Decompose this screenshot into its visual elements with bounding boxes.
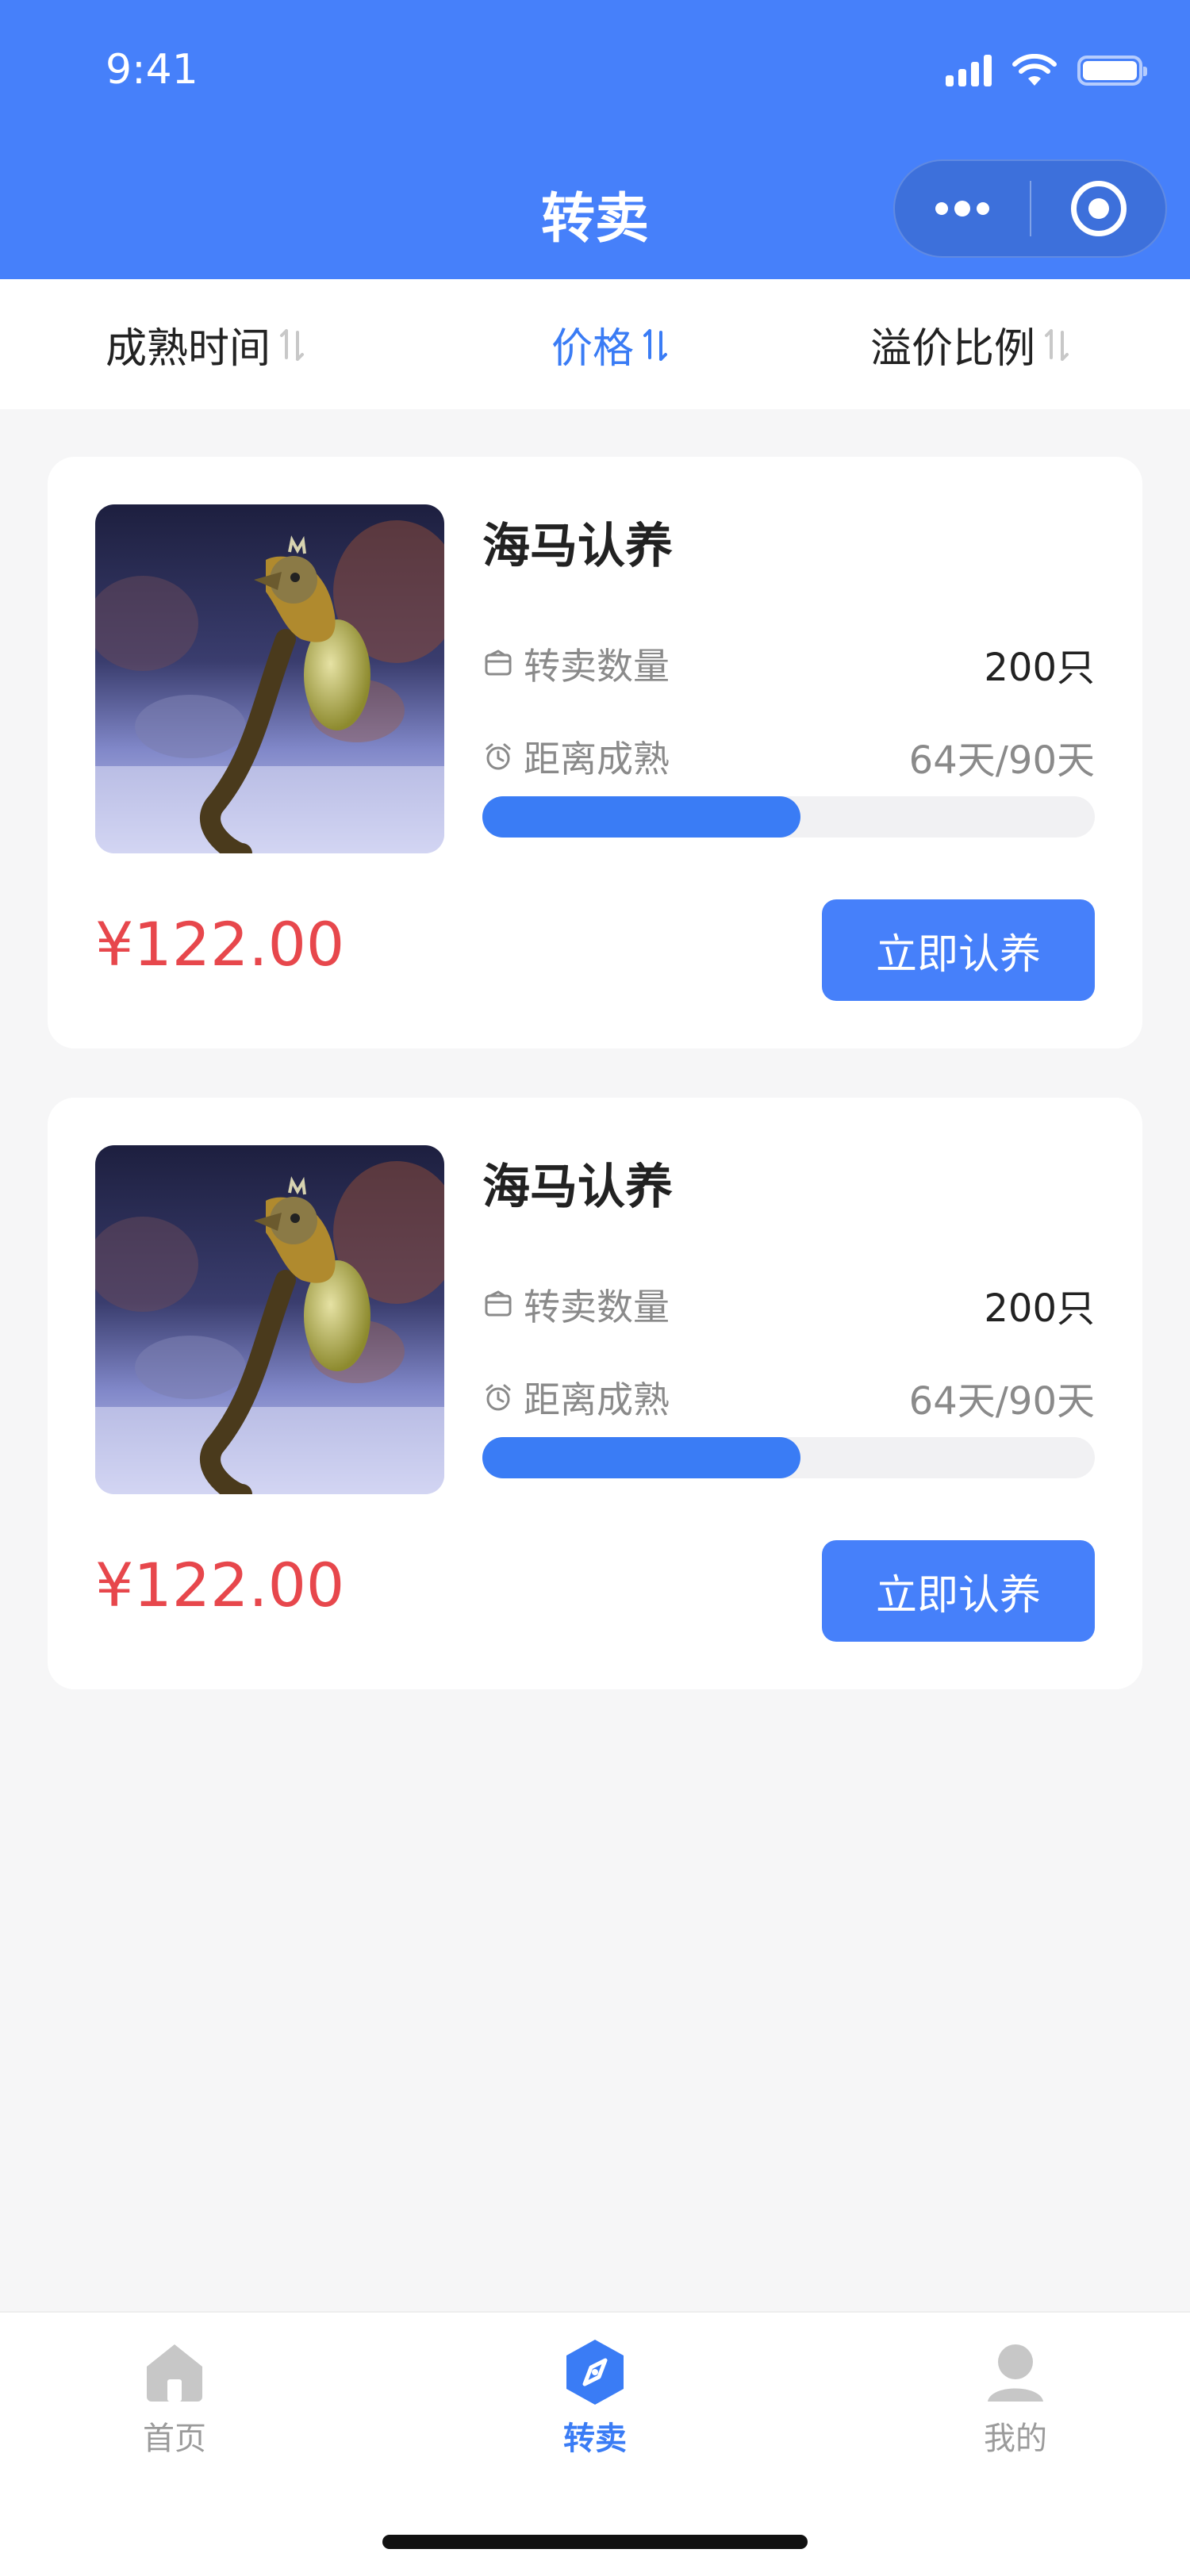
more-dot-icon	[935, 202, 948, 215]
home-indicator	[382, 2535, 808, 2549]
home-icon	[147, 2344, 202, 2402]
price: ¥122.00	[95, 1550, 345, 1620]
maturity-progress-fill	[482, 1437, 801, 1478]
alarm-clock-icon	[486, 1384, 511, 1411]
maturity-row: 距离成熟 64天/90天	[482, 1370, 1095, 1425]
sort-bar: 成熟时间 价格 溢价比例	[0, 279, 1190, 409]
wallet-icon	[485, 1290, 512, 1317]
sort-toggle-icon	[643, 328, 668, 361]
header: 9:41 转卖	[0, 0, 1190, 279]
alarm-clock-icon	[486, 743, 511, 770]
quantity-value: 200只	[984, 1286, 1095, 1331]
tab-label: 首页	[143, 2421, 206, 2457]
quantity-label: 转卖数量	[524, 645, 670, 688]
more-dot-icon	[954, 201, 970, 217]
sort-maturity-time[interactable]: 成熟时间	[106, 315, 305, 374]
sort-price[interactable]: 价格	[551, 315, 669, 374]
tab-home[interactable]: 首页	[71, 2338, 278, 2459]
maturity-progress-fill	[482, 796, 801, 838]
maturity-label: 距离成熟	[524, 738, 670, 780]
listing-card[interactable]: 海马认养 转卖数量 200只 距离成熟 64天/90天 ¥122.00 立即认养	[48, 457, 1142, 1048]
quantity-value: 200只	[984, 646, 1095, 690]
status-icons	[946, 54, 1147, 87]
maturity-progress-bar	[482, 796, 1095, 838]
listing-card[interactable]: 海马认养 转卖数量 200只 距离成熟 64天/90天 ¥122.00 立即认养	[48, 1098, 1142, 1689]
sort-toggle-icon	[1045, 328, 1069, 361]
wallet-icon	[485, 650, 512, 676]
sort-label: 成熟时间	[106, 325, 271, 373]
sort-premium-ratio[interactable]: 溢价比例	[870, 315, 1070, 374]
listing-title: 海马认养	[482, 519, 673, 574]
sort-label: 价格	[551, 325, 635, 373]
adopt-now-button[interactable]: 立即认养	[822, 899, 1095, 1001]
price: ¥122.00	[95, 909, 345, 979]
tab-label: 我的	[984, 2421, 1047, 2457]
maturity-label-group: 距离成熟	[482, 1371, 670, 1424]
quantity-row: 转卖数量 200只	[482, 636, 1095, 692]
quantity-row: 转卖数量 200只	[482, 1277, 1095, 1332]
maturity-label-group: 距离成熟	[482, 730, 670, 783]
tab-resale[interactable]: 转卖	[492, 2338, 698, 2459]
wifi-icon	[1012, 54, 1057, 86]
maturity-label: 距离成熟	[524, 1378, 670, 1421]
seahorse-image	[95, 504, 444, 853]
status-time: 9:41	[106, 46, 198, 94]
quantity-label: 转卖数量	[524, 1286, 670, 1328]
tab-label: 转卖	[563, 2421, 627, 2457]
user-icon	[988, 2344, 1043, 2402]
more-dot-icon	[977, 202, 989, 215]
maturity-value: 64天/90天	[908, 1379, 1095, 1424]
compass-icon	[566, 2340, 624, 2405]
adopt-now-button[interactable]: 立即认养	[822, 1540, 1095, 1642]
battery-icon	[1077, 56, 1147, 86]
target-icon	[1070, 181, 1127, 236]
more-button[interactable]	[895, 161, 1030, 256]
maturity-value: 64天/90天	[908, 738, 1095, 783]
seahorse-image	[95, 1145, 444, 1494]
listing-title: 海马认养	[482, 1160, 673, 1215]
tab-profile[interactable]: 我的	[912, 2338, 1119, 2459]
quantity-label-group: 转卖数量	[482, 638, 670, 690]
signal-icon	[946, 55, 992, 86]
maturity-progress-bar	[482, 1437, 1095, 1478]
sort-toggle-icon	[280, 328, 305, 361]
maturity-row: 距离成熟 64天/90天	[482, 729, 1095, 784]
sort-label: 溢价比例	[870, 325, 1036, 373]
quantity-label-group: 转卖数量	[482, 1278, 670, 1331]
mini-program-capsule	[893, 159, 1167, 258]
close-mini-program-button[interactable]	[1031, 161, 1165, 256]
tab-bar: 首页 转卖 我的	[0, 2311, 1190, 2576]
